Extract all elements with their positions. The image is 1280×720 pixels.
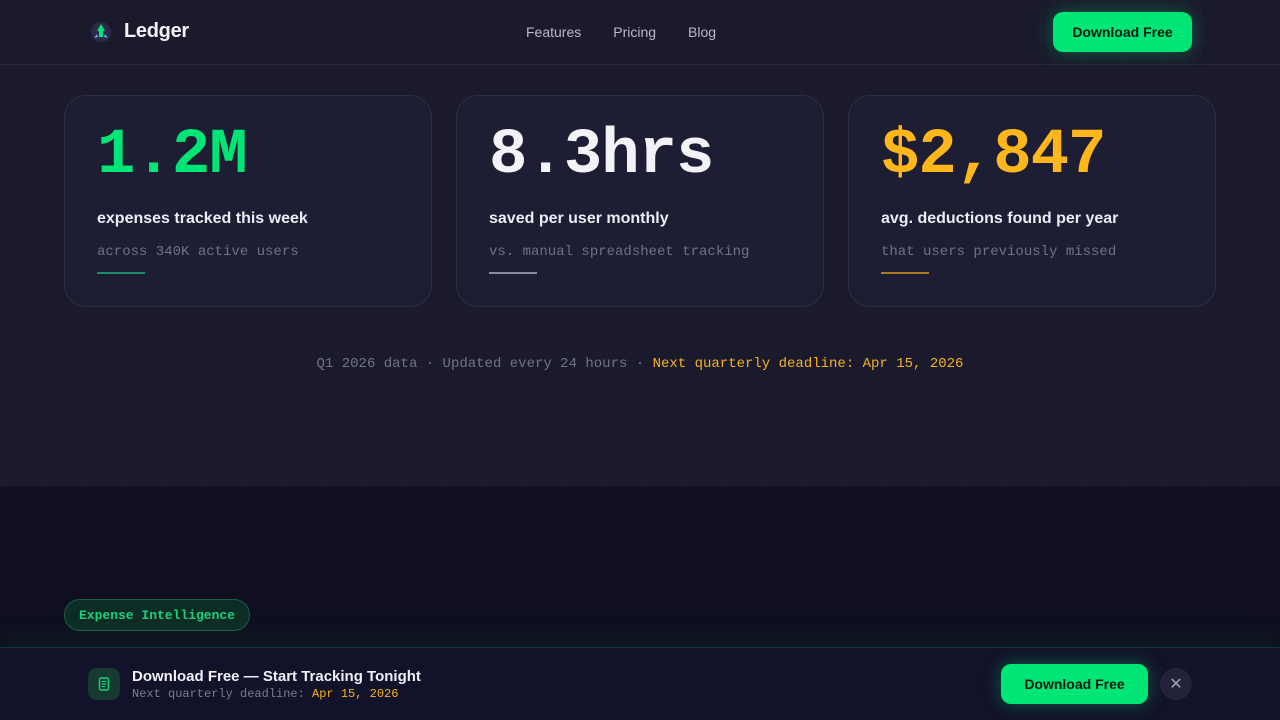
stat-accent-rule bbox=[881, 272, 929, 274]
stat-value: $2,847 bbox=[881, 120, 1106, 192]
stat-card-time-saved: 8.3hrs saved per user monthly vs. manual… bbox=[456, 95, 824, 307]
nav-link-pricing[interactable]: Pricing bbox=[613, 24, 656, 40]
nav-link-features[interactable]: Features bbox=[526, 24, 581, 40]
rocket-logo-icon bbox=[91, 21, 111, 42]
stat-subtext: that users previously missed bbox=[881, 244, 1117, 260]
stats-cards: 1.2M expenses tracked this week across 3… bbox=[64, 95, 1216, 307]
section-badge: Expense Intelligence bbox=[64, 599, 250, 631]
nav-link-blog[interactable]: Blog bbox=[688, 24, 716, 40]
top-nav: Ledger Features Pricing Blog Download Fr… bbox=[0, 0, 1280, 65]
close-icon[interactable]: ✕ bbox=[1160, 668, 1192, 700]
stat-value: 8.3hrs bbox=[489, 120, 714, 192]
deadline-highlight: Next quarterly deadline: Apr 15, 2026 bbox=[652, 356, 964, 372]
stat-card-deductions: $2,847 avg. deductions found per year th… bbox=[848, 95, 1216, 307]
document-icon bbox=[98, 677, 110, 691]
stat-label: expenses tracked this week bbox=[97, 210, 308, 227]
stat-subtext: vs. manual spreadsheet tracking bbox=[489, 244, 750, 260]
stat-value: 1.2M bbox=[97, 120, 248, 192]
sticky-download-button[interactable]: Download Free bbox=[1001, 664, 1148, 704]
sticky-sub-text: Next quarterly deadline: bbox=[132, 687, 313, 701]
footnote-text: Q1 2026 data · Updated every 24 hours · bbox=[316, 356, 653, 372]
stat-accent-rule bbox=[489, 272, 537, 274]
brand-name: Ledger bbox=[124, 20, 189, 42]
data-footnote: Q1 2026 data · Updated every 24 hours · … bbox=[0, 356, 1280, 372]
sticky-subtitle: Next quarterly deadline: Apr 15, 2026 bbox=[132, 687, 398, 701]
sticky-title: Download Free — Start Tracking Tonight bbox=[132, 668, 421, 685]
stat-accent-rule bbox=[97, 272, 145, 274]
brand-logo[interactable]: Ledger bbox=[90, 20, 189, 43]
sticky-icon-wrap bbox=[88, 668, 120, 700]
nav-download-button[interactable]: Download Free bbox=[1053, 12, 1192, 52]
stat-label: avg. deductions found per year bbox=[881, 210, 1119, 227]
stat-card-expenses: 1.2M expenses tracked this week across 3… bbox=[64, 95, 432, 307]
nav-links: Features Pricing Blog bbox=[526, 24, 716, 40]
hero-section: Ledger Features Pricing Blog Download Fr… bbox=[0, 0, 1280, 487]
sticky-download-bar: Download Free — Start Tracking Tonight N… bbox=[0, 647, 1280, 720]
stat-subtext: across 340K active users bbox=[97, 244, 299, 260]
stat-label: saved per user monthly bbox=[489, 210, 669, 227]
sticky-deadline: Apr 15, 2026 bbox=[312, 687, 399, 701]
